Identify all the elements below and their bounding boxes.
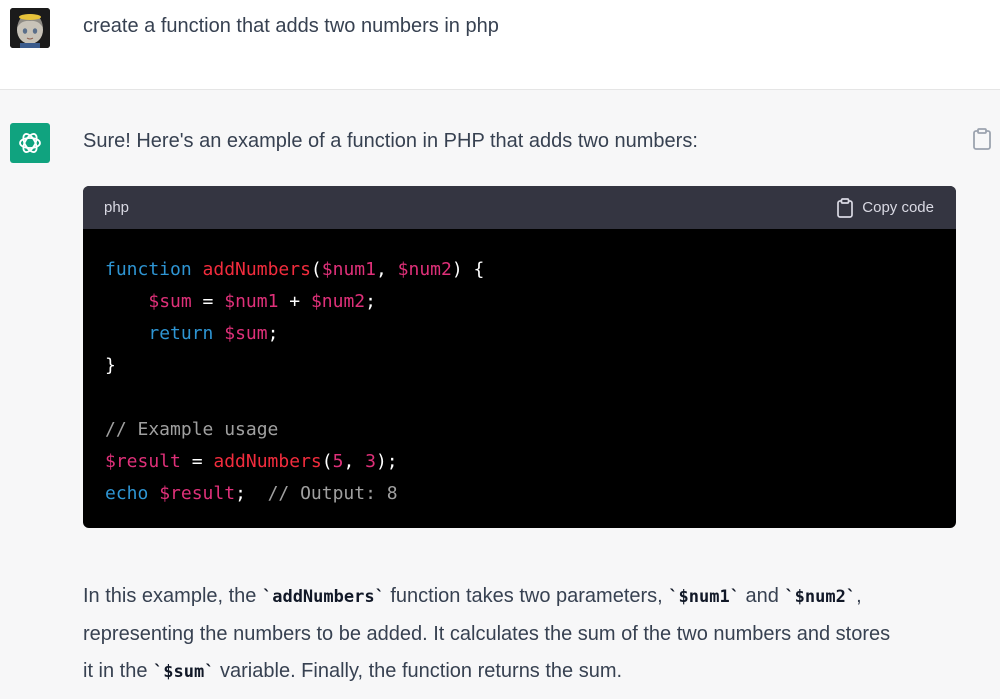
- code-content: function addNumbers($num1, $num2) { $sum…: [83, 229, 956, 510]
- explanation-text: In this example, the: [83, 585, 262, 607]
- explanation-text: it in the: [83, 660, 154, 682]
- code-token: addNumbers: [202, 259, 311, 280]
- inline-code: `$sum`: [153, 662, 215, 682]
- code-line: }: [105, 350, 934, 382]
- code-token: (: [310, 259, 322, 280]
- code-line: // Example usage: [105, 414, 934, 446]
- code-token: addNumbers: [213, 451, 322, 472]
- explanation-text: ,: [856, 585, 862, 607]
- user-message-row: create a function that adds two numbers …: [0, 0, 1000, 90]
- anime-avatar-icon: [10, 8, 50, 48]
- code-token: 5: [332, 451, 344, 472]
- copy-message-button[interactable]: [971, 127, 993, 151]
- code-token: ;: [235, 483, 268, 504]
- code-token: $result: [159, 483, 236, 504]
- code-token: +: [278, 291, 311, 312]
- explanation-text: and: [739, 585, 785, 607]
- explanation-text: variable. Finally, the function returns …: [214, 660, 623, 682]
- code-token: $num1: [224, 291, 279, 312]
- clipboard-icon: [837, 197, 854, 218]
- code-block: php Copy code function addNumbers($num1,…: [83, 186, 956, 528]
- clipboard-icon: [973, 128, 991, 150]
- code-token: 3: [365, 451, 376, 472]
- code-token: $num1: [321, 259, 376, 280]
- user-message-text: create a function that adds two numbers …: [83, 15, 499, 37]
- code-token: ) {: [451, 259, 485, 280]
- code-token: $num2: [310, 291, 366, 312]
- code-token: $result: [105, 451, 181, 472]
- code-token: $sum: [148, 291, 192, 312]
- code-line: echo $result; // Output: 8: [105, 478, 934, 510]
- assistant-explanation: In this example, the `addNumbers` functi…: [83, 578, 963, 691]
- code-token: =: [191, 291, 225, 312]
- code-token: return: [148, 323, 214, 344]
- code-token: $sum: [224, 323, 268, 344]
- code-token: function: [105, 259, 192, 280]
- openai-logo-icon: [19, 133, 41, 153]
- code-token: );: [375, 451, 398, 472]
- explanation-text: function takes two parameters,: [384, 585, 669, 607]
- code-token: ;: [365, 291, 376, 312]
- code-token: =: [180, 451, 214, 472]
- inline-code: `$num2`: [784, 587, 857, 607]
- copy-code-label: Copy code: [862, 199, 934, 216]
- inline-code: `addNumbers`: [261, 587, 385, 607]
- code-header: php Copy code: [83, 186, 956, 229]
- code-token: ,: [375, 259, 398, 280]
- code-token: // Example usage: [105, 419, 279, 440]
- code-language-label: php: [104, 199, 130, 216]
- code-line: $result = addNumbers(5, 3);: [105, 446, 934, 478]
- code-token: $num2: [397, 259, 452, 280]
- code-token: ,: [343, 451, 366, 472]
- code-token: // Output: 8: [267, 483, 398, 504]
- assistant-intro-text: Sure! Here's an example of a function in…: [83, 130, 698, 152]
- code-token: (: [321, 451, 333, 472]
- explanation-text: representing the numbers to be added. It…: [83, 623, 891, 645]
- assistant-avatar: [10, 123, 50, 163]
- user-avatar: [10, 8, 50, 48]
- code-line: function addNumbers($num1, $num2) {: [105, 254, 934, 286]
- code-token: }: [105, 355, 116, 376]
- copy-code-button[interactable]: Copy code: [836, 197, 934, 218]
- code-line: $sum = $num1 + $num2;: [105, 286, 934, 318]
- code-token: ;: [267, 323, 279, 344]
- code-token: echo: [105, 483, 149, 504]
- code-line: return $sum;: [105, 318, 934, 350]
- inline-code: `$num1`: [668, 587, 740, 607]
